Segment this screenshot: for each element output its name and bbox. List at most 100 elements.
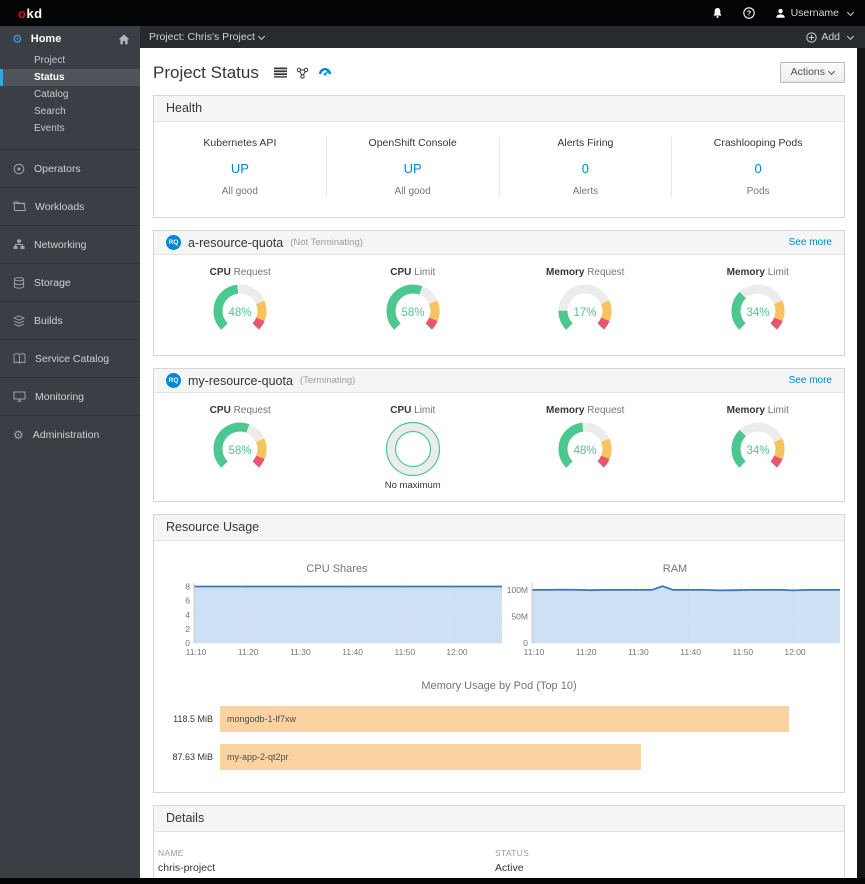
- scrollbar-track[interactable]: [857, 48, 865, 884]
- svg-text:11:30: 11:30: [290, 647, 311, 657]
- svg-text:11:50: 11:50: [394, 647, 415, 657]
- sidebar-item-status[interactable]: Status: [0, 69, 140, 86]
- svg-text:8: 8: [185, 582, 190, 592]
- list-view-icon[interactable]: [273, 67, 287, 78]
- chevron-down-icon: [846, 32, 855, 40]
- notification-bell-icon[interactable]: [712, 7, 723, 19]
- memory-request-gauge: 48%: [553, 420, 617, 483]
- resource-usage-card: Resource Usage CPU Shares 0 2 4 6 8 11:10 11:2…: [153, 514, 845, 793]
- cpu-request-gauge: 48%: [208, 282, 272, 345]
- svg-text:11:10: 11:10: [524, 647, 545, 657]
- help-icon[interactable]: ?: [742, 7, 755, 19]
- gauge-cpu-limit: CPU Limit 58%: [327, 267, 500, 345]
- masthead-toolbar: ? Username: [712, 7, 855, 19]
- gauge-memory-limit: Memory Limit 34%: [672, 405, 845, 491]
- sidebar-item-service-catalog[interactable]: Service Catalog: [0, 339, 140, 377]
- quota-scope: (Not Terminating): [290, 237, 363, 248]
- gauge-memory-request: Memory Request 17%: [499, 267, 672, 345]
- cpu-limit-gauge: 58%: [381, 282, 445, 345]
- sidebar-item-storage[interactable]: Storage: [0, 263, 140, 301]
- no-maximum-label: No maximum: [384, 480, 441, 491]
- chevron-down-icon: [257, 32, 265, 40]
- svg-text:48%: 48%: [574, 445, 597, 457]
- sidebar-item-catalog[interactable]: Catalog: [0, 86, 140, 103]
- status-badge: 0: [581, 161, 589, 176]
- sidebar-item-administration[interactable]: ⚙ Administration: [0, 415, 140, 453]
- topology-view-icon[interactable]: [296, 67, 309, 79]
- monitor-icon: [13, 391, 26, 402]
- resource-quota-card: RQ a-resource-quota (Not Terminating) Se…: [153, 230, 845, 356]
- network-icon: [13, 239, 25, 249]
- svg-text:?: ?: [746, 9, 751, 18]
- health-card-header: Health: [154, 96, 844, 122]
- sidebar-home-subitems: Project Status Catalog Search Events: [0, 50, 140, 149]
- pod-memory-row: 118.5 MiB mongodb-1-lf7xw: [168, 706, 830, 732]
- memory-limit-gauge: 34%: [726, 282, 790, 345]
- quota-name: my-resource-quota: [188, 373, 293, 388]
- svg-text:17%: 17%: [574, 307, 597, 319]
- sidebar-item-events[interactable]: Events: [0, 120, 140, 137]
- project-bar: Project: Chris's Project Add: [140, 26, 865, 48]
- page-header: Project Status Actions: [153, 48, 845, 95]
- project-selector[interactable]: Project: Chris's Project: [149, 31, 265, 43]
- sidebar-item-project[interactable]: Project: [0, 52, 140, 69]
- gauge-memory-limit: Memory Limit 34%: [672, 267, 845, 345]
- user-avatar-icon: [775, 8, 785, 18]
- gauge-cpu-request: CPU Request 58%: [154, 405, 327, 491]
- operators-icon: [13, 163, 25, 174]
- chevron-down-icon: [846, 8, 855, 16]
- database-icon: [13, 276, 25, 289]
- user-menu[interactable]: Username: [775, 7, 855, 19]
- masthead: okd ? Username: [0, 0, 865, 26]
- svg-text:48%: 48%: [229, 307, 252, 319]
- health-item-alerts-firing: Alerts Firing 0 Alerts: [498, 137, 672, 197]
- svg-text:11:40: 11:40: [680, 647, 701, 657]
- dashboard-view-icon[interactable]: [318, 67, 332, 79]
- chevron-down-icon: [827, 67, 836, 75]
- ram-plot: 0 50M 100M 11:10 11:20 11:30 11:40 11:50 12:00: [506, 577, 844, 664]
- sidebar-item-operators[interactable]: Operators: [0, 149, 140, 187]
- see-more-link[interactable]: See more: [789, 237, 832, 248]
- gauge-memory-request: Memory Request 48%: [499, 405, 672, 491]
- sidebar-item-monitoring[interactable]: Monitoring: [0, 377, 140, 415]
- memory-limit-gauge: 34%: [726, 420, 790, 483]
- health-item-openshift-console: OpenShift Console UP All good: [325, 137, 499, 197]
- actions-button[interactable]: Actions: [779, 62, 845, 83]
- sidebar-item-networking[interactable]: Networking: [0, 225, 140, 263]
- catalog-book-icon: [13, 353, 26, 364]
- svg-text:11:10: 11:10: [186, 647, 207, 657]
- sidebar-item-search[interactable]: Search: [0, 103, 140, 120]
- detail-status: STATUS Active: [495, 848, 530, 874]
- sidebar: ⚙ Home Project Status Catalog Search Eve…: [0, 26, 140, 884]
- gauge-cpu-limit: CPU Limit No maximum: [327, 405, 500, 491]
- memory-request-gauge: 17%: [553, 282, 617, 345]
- status-badge: UP: [230, 161, 249, 176]
- quota-scope: (Terminating): [299, 375, 356, 386]
- cpu-shares-plot: 0 2 4 6 8 11:10 11:20 11:30 11:40 11:50 12:00: [168, 577, 506, 664]
- sidebar-item-home[interactable]: ⚙ Home: [0, 26, 140, 50]
- sidebar-item-workloads[interactable]: Workloads: [0, 187, 140, 225]
- quota-name: a-resource-quota: [188, 235, 284, 250]
- see-more-link[interactable]: See more: [789, 375, 832, 386]
- page-title: Project Status: [153, 62, 259, 82]
- layers-icon: [13, 314, 25, 327]
- sidebar-item-builds[interactable]: Builds: [0, 301, 140, 339]
- svg-text:58%: 58%: [401, 307, 424, 319]
- details-card: Details NAME chris-project LABELS No Sel…: [153, 805, 845, 884]
- okd-console: okd ? Username ⚙ Home Project Status Cat…: [0, 0, 865, 884]
- resource-quota-badge: RQ: [166, 235, 181, 250]
- add-button[interactable]: Add: [806, 31, 855, 43]
- plus-circle-icon: [806, 31, 817, 43]
- username-label: Username: [790, 7, 839, 19]
- gauge-cpu-request: CPU Request 48%: [154, 267, 327, 345]
- svg-text:11:40: 11:40: [342, 647, 363, 657]
- ram-chart: RAM 0 50M 100M 11:10 11:20 11:30 11:40 11:50 12:…: [506, 563, 844, 664]
- status-badge: 0: [754, 161, 762, 176]
- svg-text:2: 2: [185, 624, 190, 634]
- okd-logo[interactable]: okd: [18, 6, 43, 21]
- resource-usage-header: Resource Usage: [154, 515, 844, 541]
- svg-text:11:20: 11:20: [238, 647, 259, 657]
- memory-by-pod-chart: Memory Usage by Pod (Top 10) 118.5 MiB mo…: [168, 680, 830, 770]
- svg-text:11:30: 11:30: [628, 647, 649, 657]
- svg-text:11:50: 11:50: [732, 647, 753, 657]
